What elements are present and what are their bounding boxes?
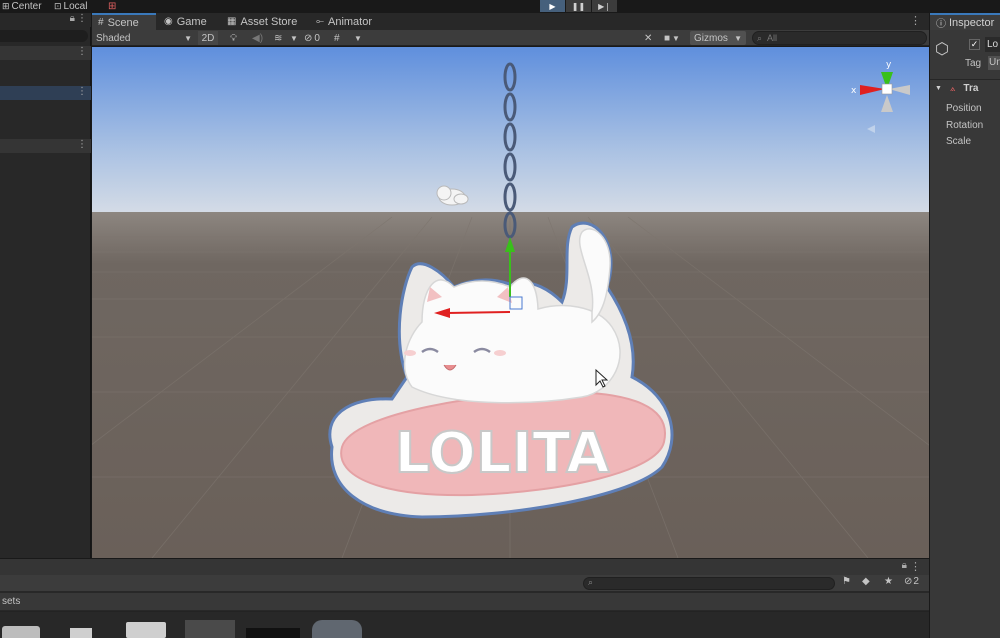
scene-row-2[interactable]: ⋮ — [0, 139, 91, 153]
pivot-rotation-button[interactable]: ⊡ Local — [54, 0, 87, 12]
2d-toggle-button[interactable]: 2D — [198, 31, 218, 45]
project-header: 🔒︎ ⋮ — [0, 559, 929, 575]
breadcrumb[interactable]: sets — [0, 593, 929, 610]
effects-icon[interactable]: ≋ — [274, 31, 282, 45]
filter-type-icon[interactable]: ⚑ — [842, 576, 851, 587]
pivot-icon: ⊞ — [2, 0, 10, 11]
tab-animator[interactable]: ⟜ Animator — [310, 13, 378, 30]
scale-label: Scale — [946, 136, 972, 147]
selected-row[interactable]: ⋮ — [0, 86, 91, 100]
more-icon[interactable]: ⋮ — [910, 560, 921, 573]
chevron-down-icon: ▼ — [734, 33, 742, 43]
step-button[interactable]: ▶❘ — [592, 0, 617, 12]
chevron-down-icon: ▼ — [935, 85, 942, 92]
transform-header[interactable]: ▼ ⟑ Tra — [935, 83, 978, 94]
store-icon: ▦ — [227, 16, 237, 27]
scene-viewport[interactable]: LOLITA y x — [92, 47, 929, 558]
more-icon[interactable]: ⋮ — [77, 46, 87, 57]
camera-icon: ■ — [664, 32, 671, 44]
asset-thumbnail[interactable] — [185, 620, 235, 638]
divider — [930, 79, 1000, 80]
play-icon: ▶ — [549, 1, 556, 11]
animator-icon: ⟜ — [316, 16, 324, 27]
more-icon[interactable]: ⋮ — [77, 139, 87, 150]
grid-icon[interactable]: # — [334, 31, 340, 45]
favorite-star-icon[interactable]: ★ — [884, 576, 893, 587]
hidden-packages-toggle[interactable]: ⊘ 2 — [904, 576, 919, 587]
divider — [0, 611, 929, 612]
tag-label: Tag — [965, 58, 982, 69]
file-icon[interactable] — [70, 628, 92, 638]
scene-tab-bar: # Scene ◉ Game ▦ Asset Store ⟜ Animator … — [92, 13, 929, 30]
eye-slash-icon: ⊘ — [904, 576, 913, 587]
folder-icon[interactable] — [2, 626, 40, 638]
tab-game[interactable]: ◉ Game — [158, 13, 213, 30]
scene-row[interactable]: ⋮ — [0, 46, 91, 60]
tools-icon[interactable]: ✕ — [644, 31, 652, 45]
hidden-objects-toggle[interactable]: ⊘ 0 — [304, 31, 320, 45]
svg-text:x: x — [851, 86, 857, 96]
local-icon: ⊡ — [54, 0, 62, 11]
object-name-field[interactable]: Lo — [985, 37, 1000, 52]
step-icon: ▶❘ — [598, 1, 611, 11]
chevron-down-icon: ▼ — [672, 33, 680, 43]
chevron-down-icon[interactable]: ▼ — [290, 31, 298, 45]
scene-toolbar: Shaded ▼ 2D 💡︎ ◀) ≋ ▼ ⊘ 0 # ▼ ✕ ■ ▼ Gizm… — [92, 30, 929, 46]
audio-icon[interactable]: ◀) — [252, 31, 263, 45]
filter-label-icon[interactable]: ◆ — [862, 576, 870, 587]
svg-text:y: y — [886, 60, 892, 70]
camera-dropdown[interactable]: ■ ▼ — [664, 31, 680, 45]
tab-inspector[interactable]: ⓘ Inspector — [930, 13, 1000, 30]
lighting-icon[interactable]: 💡︎ — [230, 31, 237, 45]
tab-scene[interactable]: # Scene — [92, 13, 156, 30]
scene-grid-icon: # — [98, 17, 104, 28]
more-icon[interactable]: ⋮ — [910, 14, 921, 27]
hierarchy-panel: 🔒︎ ⋮ ⋮ ⋮ ⋮ — [0, 13, 91, 558]
play-button[interactable]: ▶ — [540, 0, 565, 12]
draw-mode-dropdown[interactable]: Shaded ▼ — [96, 31, 192, 45]
active-checkbox[interactable]: ✓ — [969, 39, 980, 50]
search-icon: ⌕ — [757, 33, 763, 43]
play-controls: ▶ ❚❚ ▶❘ — [540, 0, 618, 12]
scene-search-input[interactable]: ⌕ All — [752, 31, 927, 45]
more-icon[interactable]: ⋮ — [77, 86, 87, 97]
asset-thumbnail[interactable] — [246, 628, 300, 638]
lock-icon[interactable]: 🔒︎ — [70, 13, 75, 24]
asset-thumbnail[interactable] — [312, 620, 362, 638]
hierarchy-header: 🔒︎ ⋮ — [0, 13, 91, 27]
gizmos-dropdown[interactable]: Gizmos ▼ — [690, 31, 746, 45]
gamepad-icon: ◉ — [164, 16, 173, 27]
eye-slash-icon: ⊘ — [304, 32, 313, 44]
inspector-panel: ⓘ Inspector ⬡ ✓ Lo Tag Un ▼ ⟑ Tra Positi… — [930, 13, 1000, 638]
file-icon[interactable] — [126, 622, 166, 638]
main-toolbar: ⊞ Center ⊡ Local ⊞ ▶ ❚❚ ▶❘ — [0, 0, 1000, 13]
project-search-input[interactable]: ⌕ — [583, 577, 835, 590]
rotation-label: Rotation — [946, 120, 984, 131]
scene-render: LOLITA y x — [92, 47, 929, 558]
cube-icon: ⬡ — [935, 41, 949, 58]
pause-icon: ❚❚ — [571, 1, 586, 11]
more-icon[interactable]: ⋮ — [77, 13, 87, 24]
chevron-down-icon: ▼ — [184, 33, 192, 43]
pivot-mode-button[interactable]: ⊞ Center — [2, 0, 42, 12]
search-icon: ⌕ — [588, 577, 594, 587]
info-icon: ⓘ — [936, 19, 946, 30]
pause-button[interactable]: ❚❚ — [566, 0, 591, 12]
tag-dropdown[interactable]: Un — [988, 56, 1000, 70]
position-label: Position — [946, 103, 982, 114]
hierarchy-search-input[interactable] — [0, 30, 88, 42]
lock-icon[interactable]: 🔒︎ — [902, 560, 907, 571]
grid-snap-icon[interactable]: ⊞ — [108, 0, 116, 12]
project-toolbar: ⌕ ⚑ ◆ ★ ⊘ 2 — [0, 575, 929, 591]
logo-text: LOLITA — [394, 421, 610, 486]
transform-icon: ⟑ — [949, 83, 956, 93]
tab-asset-store[interactable]: ▦ Asset Store — [221, 13, 303, 30]
chevron-down-icon[interactable]: ▼ — [354, 31, 362, 45]
